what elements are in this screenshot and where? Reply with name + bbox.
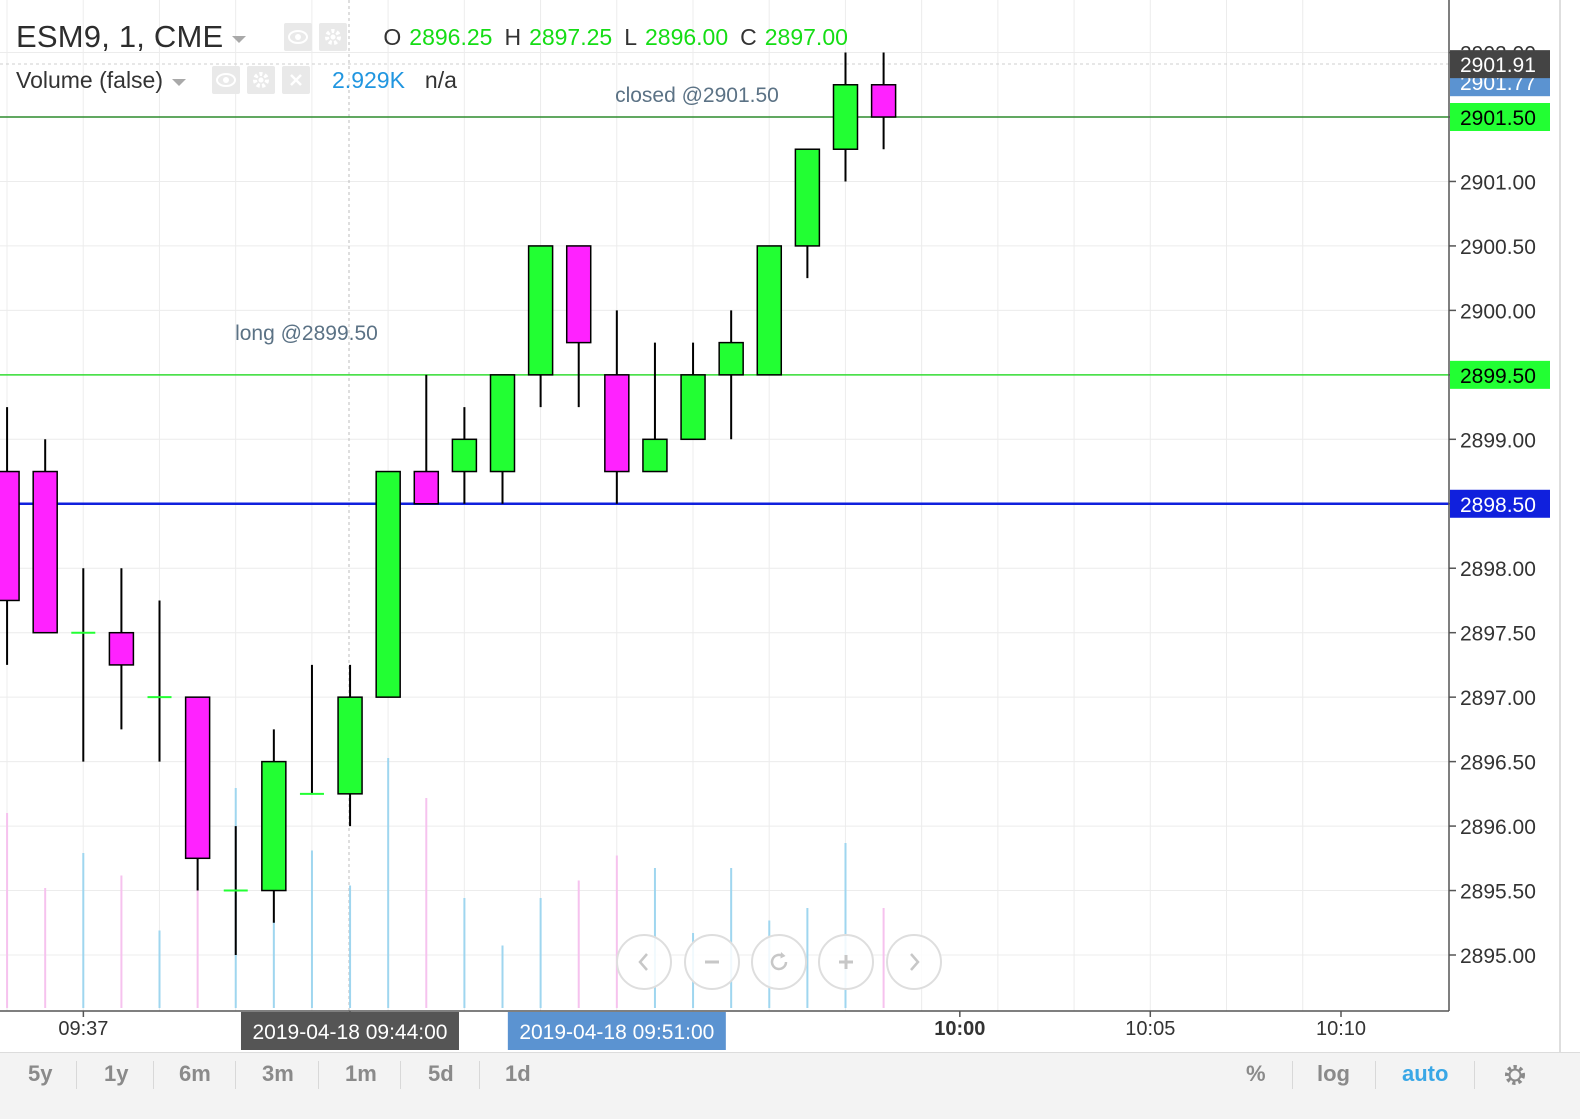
plot-area[interactable] <box>0 0 1449 1011</box>
candle-body <box>870 84 897 118</box>
ohlc-close-key: C <box>740 23 757 50</box>
candle-body <box>375 470 401 698</box>
divider <box>1375 1061 1376 1089</box>
auto-scale-toggle[interactable]: auto <box>1402 1061 1448 1087</box>
candle-body <box>32 470 58 634</box>
timeframe-1d[interactable]: 1d <box>505 1061 531 1087</box>
scroll-right-icon[interactable] <box>886 934 942 990</box>
candle-body <box>184 696 211 860</box>
volume-title[interactable]: Volume (false) <box>16 67 163 94</box>
ohlc-close-value: 2897.00 <box>764 23 848 50</box>
candle-body <box>794 148 821 247</box>
candle-body <box>489 374 516 473</box>
candle-body <box>756 245 783 376</box>
legend-volume-row: Volume (false) 2.929K n/a <box>16 66 457 94</box>
x-tick-label: 10:05 <box>1125 1018 1175 1040</box>
zoom-in-icon[interactable] <box>818 934 874 990</box>
percent-scale-toggle[interactable]: % <box>1246 1061 1266 1087</box>
legend-main-row: ESM9, 1, CME O 2896.25 H 2897.25 L 2896.00 … <box>16 18 860 56</box>
candle-body <box>413 470 440 505</box>
y-tick-label: 2901.00 <box>1460 171 1536 194</box>
volume-value: 2.929K <box>332 66 405 93</box>
volume-na: n/a <box>424 66 457 93</box>
zoom-out-icon[interactable] <box>684 934 740 990</box>
candle-body <box>108 631 135 666</box>
timeframe-1y[interactable]: 1y <box>104 1061 128 1087</box>
chevron-down-icon[interactable] <box>172 78 187 86</box>
candle[interactable] <box>756 245 783 376</box>
candle-body <box>337 696 363 795</box>
price-label-text: 2901.50 <box>1460 107 1536 130</box>
divider <box>318 1061 319 1089</box>
divider <box>76 1061 77 1089</box>
y-tick-label: 2895.50 <box>1460 881 1536 904</box>
y-tick-label: 2899.00 <box>1460 429 1536 452</box>
price-label-text: 2898.50 <box>1460 494 1536 517</box>
line-label-closed: closed @2901.50 <box>615 84 779 107</box>
y-tick-label: 2896.00 <box>1460 816 1536 839</box>
candle-body <box>604 374 630 473</box>
candle-body <box>451 438 478 473</box>
candle-body <box>261 760 287 892</box>
symbol-title[interactable]: ESM9, 1, CME <box>16 19 223 55</box>
y-tick-label: 2900.00 <box>1460 300 1536 323</box>
divider <box>479 1061 480 1089</box>
divider <box>1292 1061 1293 1089</box>
x-tick-label: 09:37 <box>58 1018 108 1040</box>
price-label-text: 2899.50 <box>1460 365 1536 388</box>
scroll-left-icon[interactable] <box>616 934 672 990</box>
ohlc-low-value: 2896.00 <box>645 23 729 50</box>
timeframe-1m[interactable]: 1m <box>345 1061 377 1087</box>
gear-icon[interactable] <box>319 23 348 51</box>
time-label-text: 2019-04-18 09:51:00 <box>519 1021 714 1044</box>
divider <box>235 1061 236 1089</box>
candle-body <box>565 245 592 344</box>
x-tick-label: 10:00 <box>934 1018 985 1040</box>
price-label-text: 2901.91 <box>1460 54 1536 77</box>
ohlc-open-key: O <box>383 23 402 50</box>
time-label-text: 2019-04-18 09:44:00 <box>252 1021 447 1044</box>
timeframe-6m[interactable]: 6m <box>179 1061 211 1087</box>
price-chart[interactable]: closed @2901.50 long @2899.50 2895.00 2895.… <box>0 0 1580 1052</box>
gear-icon[interactable] <box>247 66 276 94</box>
candle-body <box>0 470 20 602</box>
candle-body <box>718 341 744 376</box>
ohlc-values: O 2896.25 H 2897.25 L 2896.00 C 2897.00 <box>383 24 860 51</box>
bottom-toolbar: 5y 1y 6m 3m 1m 5d 1d % log auto <box>0 1052 1580 1119</box>
divider <box>153 1061 154 1089</box>
candle-body <box>680 374 706 441</box>
y-tick-label: 2896.50 <box>1460 752 1536 775</box>
divider <box>400 1061 401 1089</box>
ohlc-high-value: 2897.25 <box>529 23 613 50</box>
eye-icon[interactable] <box>284 23 313 51</box>
y-tick-label: 2895.00 <box>1460 945 1536 968</box>
candle-body <box>642 438 668 473</box>
line-label-long: long @2899.50 <box>235 322 378 345</box>
y-tick-label: 2897.50 <box>1460 623 1536 646</box>
x-tick-label: 10:10 <box>1316 1018 1366 1040</box>
timeframe-5d[interactable]: 5d <box>428 1061 454 1087</box>
close-icon[interactable] <box>282 66 311 94</box>
y-tick-label: 2898.00 <box>1460 558 1536 581</box>
candle-body <box>832 84 859 150</box>
log-scale-toggle[interactable]: log <box>1317 1061 1350 1087</box>
candle[interactable] <box>375 470 401 698</box>
divider <box>1474 1061 1475 1089</box>
candle-body <box>527 245 554 376</box>
y-tick-label: 2897.00 <box>1460 687 1536 710</box>
gear-icon[interactable] <box>1502 1062 1528 1093</box>
ohlc-open-value: 2896.25 <box>409 23 493 50</box>
y-tick-label: 2900.50 <box>1460 236 1536 259</box>
eye-icon[interactable] <box>212 66 241 94</box>
reset-icon[interactable] <box>751 934 807 990</box>
timeframe-3m[interactable]: 3m <box>262 1061 294 1087</box>
timeframe-5y[interactable]: 5y <box>28 1061 52 1087</box>
chevron-down-icon[interactable] <box>232 35 247 43</box>
ohlc-low-key: L <box>624 23 637 50</box>
ohlc-high-key: H <box>504 23 522 50</box>
